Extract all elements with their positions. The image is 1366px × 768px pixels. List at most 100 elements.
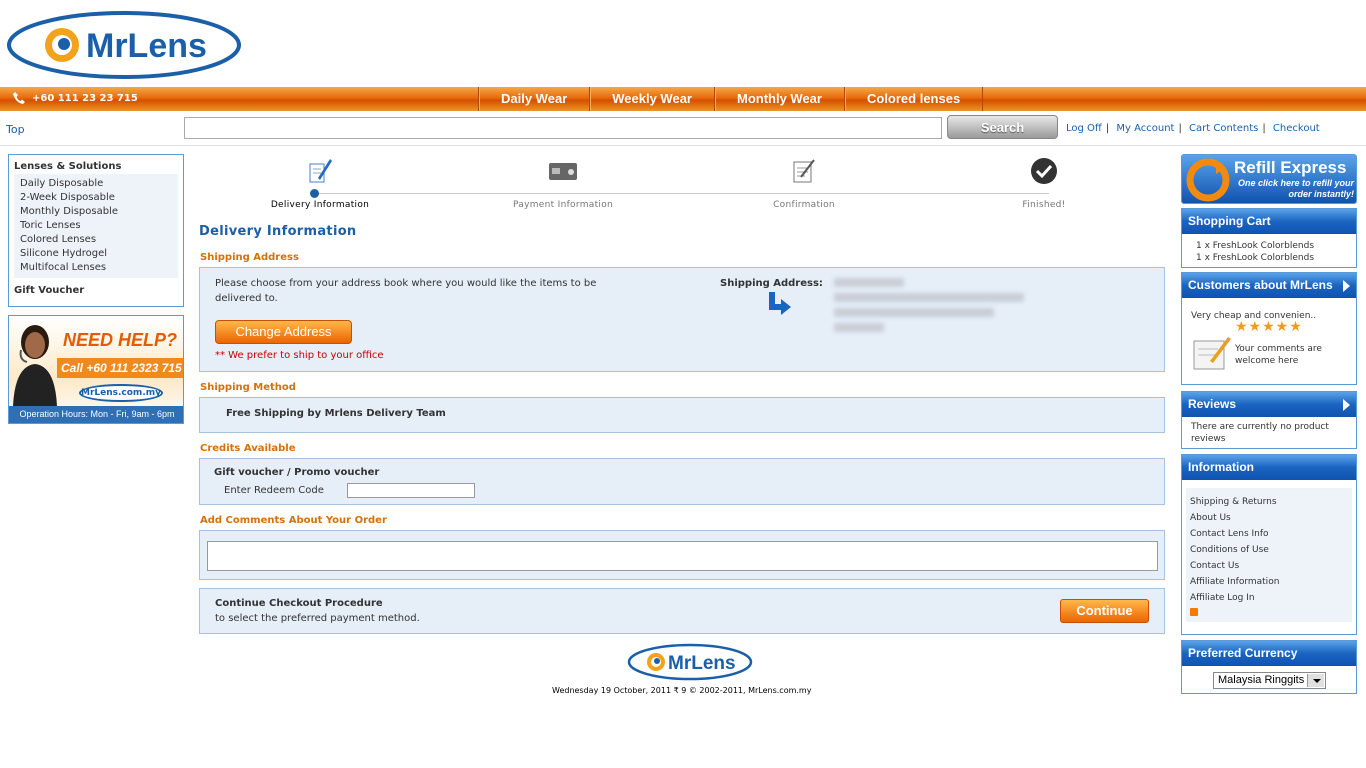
redeem-code-label: Enter Redeem Code xyxy=(224,485,324,496)
shipping-address-panel: Please choose from your address book whe… xyxy=(199,267,1165,372)
credit-card-icon xyxy=(549,163,577,180)
categories-title: Lenses & Solutions xyxy=(14,161,122,172)
footer-logo[interactable]: MrLens xyxy=(627,643,753,681)
checkout-link[interactable]: Checkout xyxy=(1273,123,1320,134)
info-link-affiliate-information[interactable]: Affiliate Information xyxy=(1190,574,1348,590)
categories-box: Lenses & Solutions Daily Disposable 2-We… xyxy=(8,154,184,307)
footer-logo-text: MrLens xyxy=(668,653,736,674)
checkout-progress: Delivery Information Payment Information… xyxy=(199,154,1165,216)
progress-line xyxy=(315,193,1049,194)
customers-header[interactable]: Customers about MrLens xyxy=(1182,273,1356,298)
need-help-phone: Call +60 111 2323 715 xyxy=(57,358,183,378)
shipping-method-panel: Free Shipping by Mrlens Delivery Team xyxy=(199,397,1165,433)
page-title: Delivery Information xyxy=(199,224,357,239)
arrow-right-icon xyxy=(1343,399,1350,411)
information-title: Information xyxy=(1182,455,1356,480)
pen-icon xyxy=(309,159,332,183)
step-label: Finished! xyxy=(1022,200,1066,210)
info-link-affiliate-log-in[interactable]: Affiliate Log In xyxy=(1190,590,1348,606)
shopping-cart-title[interactable]: Shopping Cart xyxy=(1182,209,1356,234)
category-toric-lenses[interactable]: Toric Lenses xyxy=(20,219,172,233)
category-multifocal-lenses[interactable]: Multifocal Lenses xyxy=(20,261,172,275)
voucher-title: Gift voucher / Promo voucher xyxy=(214,467,380,478)
category-2-week-disposable[interactable]: 2-Week Disposable xyxy=(20,191,172,205)
shipping-method-heading: Shipping Method xyxy=(200,382,296,393)
category-silicone-hydrogel[interactable]: Silicone Hydrogel xyxy=(20,247,172,261)
my-account-link[interactable]: My Account xyxy=(1116,123,1174,134)
log-off-link[interactable]: Log Off xyxy=(1066,123,1102,134)
logo-text: MrLens xyxy=(86,27,207,65)
address-message: Please choose from your address book whe… xyxy=(215,278,597,304)
reviews-text: There are currently no product reviews xyxy=(1191,422,1329,444)
change-address-button[interactable]: Change Address xyxy=(215,320,352,344)
shipping-method-text: Free Shipping by Mrlens Delivery Team xyxy=(226,408,446,419)
info-link-about-us[interactable]: About Us xyxy=(1190,510,1348,526)
cart-item[interactable]: 1 x FreshLook Colorblends xyxy=(1196,240,1356,252)
search-input[interactable] xyxy=(184,117,942,139)
reviews-header[interactable]: Reviews xyxy=(1182,392,1356,417)
menu-colored-lenses[interactable]: Colored lenses xyxy=(843,87,984,111)
customers-box: Customers about MrLens Very cheap and co… xyxy=(1181,272,1357,385)
category-daily-disposable[interactable]: Daily Disposable xyxy=(20,177,172,191)
step-label: Delivery Information xyxy=(270,200,370,210)
step-payment: Payment Information xyxy=(483,154,643,210)
checklist-icon xyxy=(793,159,815,183)
comments-welcome[interactable]: Your comments are welcome here xyxy=(1235,343,1350,367)
need-help-title: NEED HELP? xyxy=(63,330,178,350)
refill-title: Refill Express xyxy=(1234,158,1347,177)
step-finished: Finished! xyxy=(964,154,1124,210)
step-delivery: Delivery Information xyxy=(240,154,400,210)
currency-box: Preferred Currency Malaysia Ringgits xyxy=(1181,640,1357,694)
search-bar: Top Search Log Off | My Account | Cart Con… xyxy=(0,111,1366,146)
currency-select[interactable]: Malaysia Ringgits xyxy=(1213,672,1326,689)
info-link-contact-us[interactable]: Contact Us xyxy=(1190,558,1348,574)
credits-panel: Gift voucher / Promo voucher Enter Redee… xyxy=(199,458,1165,505)
refill-express-banner[interactable]: Refill Express One click here to refill … xyxy=(1181,154,1357,204)
need-help-logo: MrLens.com.my xyxy=(79,384,163,402)
menu-monthly-wear[interactable]: Monthly Wear xyxy=(713,87,844,111)
operation-hours: Operation Hours: Mon - Fri, 9am - 6pm xyxy=(9,406,183,423)
step-label: Confirmation xyxy=(773,200,835,210)
info-link-conditions-of-use[interactable]: Conditions of Use xyxy=(1190,542,1348,558)
category-colored-lenses[interactable]: Colored Lenses xyxy=(20,233,172,247)
search-button[interactable]: Search xyxy=(947,115,1058,139)
comments-textarea[interactable] xyxy=(207,541,1158,571)
mrlens-logo[interactable]: MrLens xyxy=(6,10,242,80)
address-blurred xyxy=(834,278,1034,338)
gift-voucher-link[interactable]: Gift Voucher xyxy=(9,278,183,303)
arrow-right-icon xyxy=(1343,280,1350,292)
top-link[interactable]: Top xyxy=(6,123,25,136)
redeem-code-input[interactable] xyxy=(347,483,475,498)
comment-pen-icon xyxy=(1193,337,1231,370)
information-links: Shipping & Returns About Us Contact Lens… xyxy=(1186,488,1352,622)
chevron-down-icon[interactable] xyxy=(1307,674,1324,687)
refill-subtitle: One click here to refill your order inst… xyxy=(1237,178,1354,199)
office-note: ** We prefer to ship to your office xyxy=(215,350,384,361)
footer-text: Wednesday 19 October, 2011 ₹ 9 © 2002-20… xyxy=(552,686,812,695)
continue-title: Continue Checkout Procedure xyxy=(215,598,383,609)
category-monthly-disposable[interactable]: Monthly Disposable xyxy=(20,205,172,219)
credits-heading: Credits Available xyxy=(200,443,296,454)
cart-item[interactable]: 1 x FreshLook Colorblends xyxy=(1196,252,1356,264)
currency-selected: Malaysia Ringgits xyxy=(1218,674,1305,686)
rating-stars: ★★★★★ xyxy=(1235,319,1303,335)
cart-contents-link[interactable]: Cart Contents xyxy=(1189,123,1258,134)
menu-daily-wear[interactable]: Daily Wear xyxy=(478,87,589,111)
rss-icon[interactable] xyxy=(1190,608,1198,616)
continue-button[interactable]: Continue xyxy=(1060,599,1149,623)
phone-text: +60 111 23 23 715 xyxy=(32,92,138,104)
info-link-shipping-returns[interactable]: Shipping & Returns xyxy=(1190,494,1348,510)
menu-weekly-wear[interactable]: Weekly Wear xyxy=(589,87,714,111)
shipping-address-label: Shipping Address: xyxy=(720,278,823,289)
phone-icon xyxy=(13,92,25,104)
currency-title: Preferred Currency xyxy=(1182,641,1356,666)
info-link-contact-lens-info[interactable]: Contact Lens Info xyxy=(1190,526,1348,542)
customers-title: Customers about MrLens xyxy=(1188,278,1333,292)
refresh-icon xyxy=(1186,158,1230,202)
continue-panel: Continue Checkout Procedure to select th… xyxy=(199,588,1165,634)
check-circle-icon xyxy=(1031,158,1057,184)
shopping-cart-box: Shopping Cart 1 x FreshLook Colorblends … xyxy=(1181,208,1357,268)
main-menu: Daily Wear Weekly Wear Monthly Wear Colo… xyxy=(478,87,984,111)
reviews-box: Reviews There are currently no product r… xyxy=(1181,391,1357,449)
need-help-banner[interactable]: NEED HELP? Call +60 111 2323 715 MrLens.… xyxy=(8,315,184,424)
